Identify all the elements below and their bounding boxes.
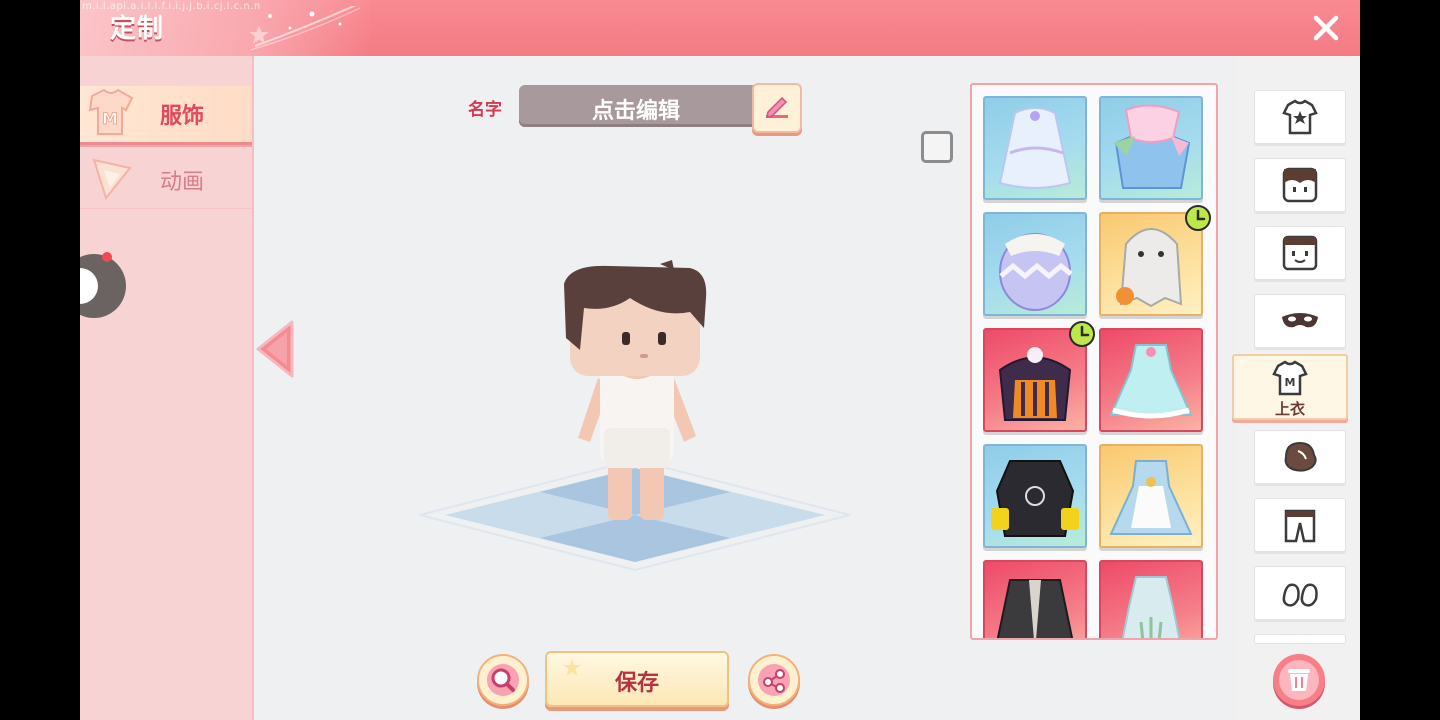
character-model <box>564 260 707 520</box>
gift-box-item-icon <box>1113 104 1191 189</box>
category-shoes[interactable] <box>1254 566 1346 620</box>
tab-animation-label: 动画 <box>160 170 205 195</box>
glove-icon <box>1284 441 1317 472</box>
outfit-item-10[interactable] <box>1099 560 1203 638</box>
floating-toggle-knob <box>80 268 98 304</box>
tab-outfit-label: 服饰 <box>160 104 205 129</box>
outfit-item-6[interactable] <box>1099 328 1203 432</box>
robe-item-icon <box>996 579 1074 638</box>
close-button[interactable] <box>1306 8 1346 48</box>
outfit-item-2[interactable] <box>1099 96 1203 200</box>
clock-icon <box>1185 205 1211 231</box>
app-window: m.i.l.apl.a.i.l.l.f.i.i.j.j.b.i.cj.l.c.n… <box>80 0 1360 720</box>
arrow-left-icon <box>256 320 294 378</box>
shoes-icon <box>1282 583 1318 607</box>
outfit-item-9[interactable] <box>983 560 1087 638</box>
name-field[interactable]: 点击编辑 <box>519 85 753 127</box>
black-jacket-item-icon <box>991 460 1079 537</box>
star-icon <box>249 25 269 44</box>
save-button[interactable]: 保存 <box>545 651 729 707</box>
maid-dress-item-icon <box>1109 460 1193 535</box>
shirt-m-icon: M <box>88 88 134 135</box>
outfit-grid-panel <box>970 83 1218 640</box>
face-icon <box>1282 235 1318 271</box>
category-outfit[interactable] <box>1254 90 1346 144</box>
lolita-dress-item-icon <box>1109 344 1193 419</box>
category-bar: M 上衣 <box>1232 56 1360 720</box>
clock-icon <box>1069 321 1095 347</box>
outfit-item-7[interactable] <box>983 444 1087 548</box>
tab-animation[interactable]: 动画 <box>80 152 252 209</box>
dress-item-icon <box>998 107 1072 189</box>
outfit-item-3[interactable] <box>983 212 1087 316</box>
notification-dot <box>102 252 112 262</box>
previous-arrow-button[interactable] <box>254 318 298 380</box>
qipao-item-icon <box>1121 576 1181 638</box>
left-sidebar: M 服饰 动画 <box>80 56 254 720</box>
share-button[interactable] <box>748 654 800 706</box>
category-top[interactable]: M 上衣 <box>1232 354 1348 420</box>
triangle-icon <box>92 158 132 201</box>
page-title: 定制 <box>110 14 165 44</box>
select-checkbox[interactable] <box>921 131 953 163</box>
category-hair[interactable] <box>1254 158 1346 212</box>
category-mask[interactable] <box>1254 294 1346 348</box>
zoom-button[interactable] <box>477 654 529 706</box>
edit-name-button[interactable] <box>752 83 802 133</box>
close-icon <box>1313 15 1339 41</box>
category-pants[interactable] <box>1254 498 1346 552</box>
header-bar: m.i.l.apl.a.i.l.l.f.i.i.j.j.b.i.cj.l.c.n… <box>80 0 1360 56</box>
name-value: 点击编辑 <box>591 99 680 124</box>
tab-outfit[interactable]: M 服饰 <box>80 86 252 145</box>
magnifier-icon <box>487 664 519 696</box>
pants-icon <box>1284 509 1316 543</box>
outfit-item-1[interactable] <box>983 96 1087 200</box>
outfit-icon <box>1282 99 1318 135</box>
outfit-item-8[interactable] <box>1099 444 1203 548</box>
share-icon <box>758 664 790 696</box>
name-label: 名字 <box>468 100 502 120</box>
hair-icon <box>1282 167 1318 203</box>
category-gloves[interactable] <box>1254 430 1346 484</box>
watermark-text: m.i.l.apl.a.i.l.l.f.i.i.j.j.b.i.cj.l.c.n… <box>82 1 261 12</box>
svg-text:M: M <box>1285 376 1296 389</box>
top-shirt-icon: M <box>1272 360 1308 396</box>
save-button-label: 保存 <box>614 671 659 696</box>
category-face[interactable] <box>1254 226 1346 280</box>
category-more[interactable] <box>1254 634 1346 644</box>
delete-button[interactable] <box>1273 654 1325 706</box>
egg-costume-item-icon <box>999 233 1073 311</box>
pencil-icon <box>766 96 788 118</box>
trash-icon <box>1279 660 1319 700</box>
mask-icon <box>1282 313 1318 328</box>
category-top-label: 上衣 <box>1274 400 1305 418</box>
svg-text:M: M <box>102 109 118 128</box>
